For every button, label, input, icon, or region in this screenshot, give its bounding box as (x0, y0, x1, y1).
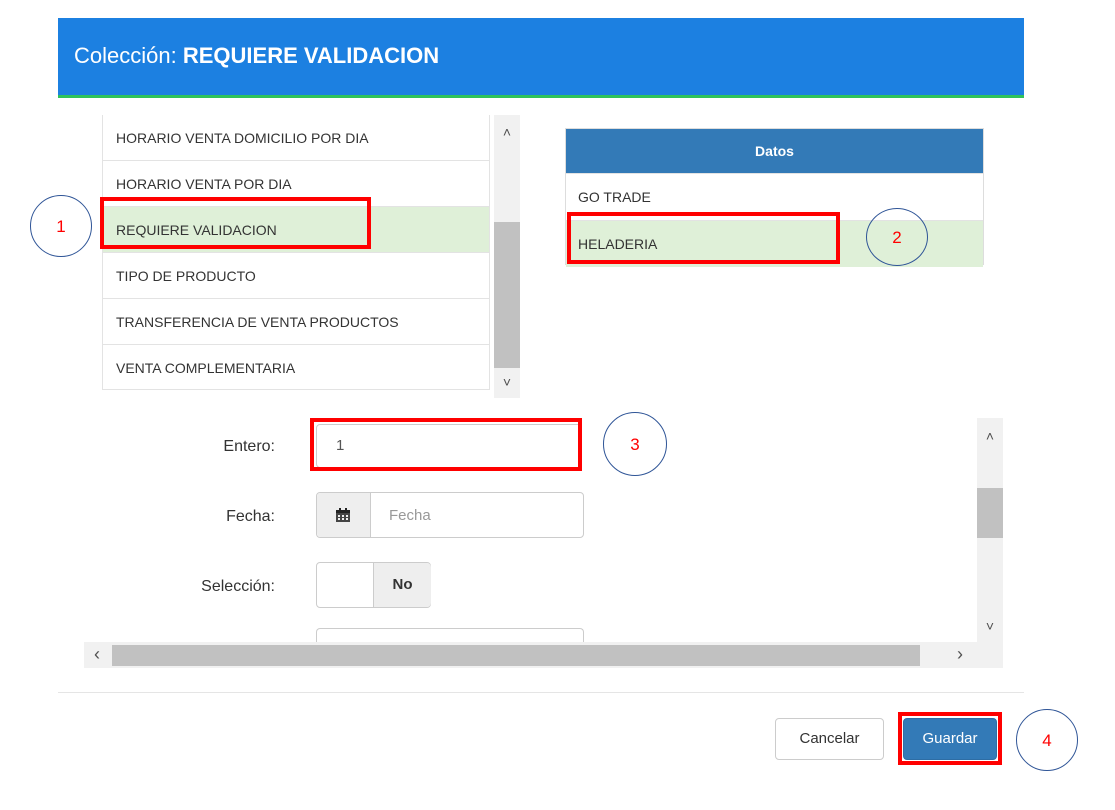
chevron-up-icon[interactable]: ˄ (980, 428, 1000, 444)
calendar-button[interactable] (317, 493, 371, 537)
step-marker-3: 3 (603, 412, 667, 476)
highlight-box-guardar (898, 712, 1002, 765)
highlight-box-collection (100, 197, 371, 249)
list-item[interactable]: HORARIO VENTA DOMICILIO POR DIA (103, 115, 489, 161)
step-marker-4: 4 (1016, 709, 1078, 771)
toggle-no-option[interactable]: No (373, 563, 431, 607)
step-marker-2: 2 (866, 208, 928, 266)
chevron-right-icon[interactable]: › (950, 645, 970, 663)
highlight-box-entero (310, 418, 582, 471)
chevron-down-icon[interactable]: ˅ (980, 618, 1000, 634)
list-item[interactable]: TRANSFERENCIA DE VENTA PRODUCTOS (103, 299, 489, 345)
fecha-placeholder: Fecha (389, 507, 431, 524)
collection-name: REQUIERE VALIDACION (182, 43, 440, 68)
next-field-partial[interactable] (316, 628, 584, 642)
chevron-down-icon[interactable]: ˅ (497, 374, 517, 390)
seleccion-toggle[interactable]: No (316, 562, 431, 608)
fecha-label: Fecha: (226, 508, 275, 525)
calendar-icon (336, 508, 350, 522)
chevron-up-icon[interactable]: ˄ (497, 124, 517, 140)
seleccion-label: Selección: (201, 578, 275, 595)
highlight-box-dato (567, 212, 840, 264)
title-prefix: Colección: (74, 43, 177, 68)
cancel-button[interactable]: Cancelar (775, 718, 884, 760)
datos-header: Datos (566, 129, 983, 173)
form-hscrollbar-thumb[interactable] (112, 645, 920, 666)
list-item[interactable]: TIPO DE PRODUCTO (103, 253, 489, 299)
list-item[interactable]: VENTA COMPLEMENTARIA (103, 345, 489, 389)
entero-label: Entero: (223, 438, 275, 455)
step-marker-1: 1 (30, 195, 92, 257)
footer-divider (58, 692, 1024, 693)
chevron-left-icon[interactable]: ‹ (87, 645, 107, 663)
list-scrollbar-thumb[interactable] (494, 222, 520, 368)
modal-header: Colección: REQUIERE VALIDACION (58, 18, 1024, 98)
collection-list: HORARIO VENTA DOMICILIO POR DIA HORARIO … (102, 115, 490, 390)
modal-title: Colección: REQUIERE VALIDACION (74, 43, 439, 69)
form-vscrollbar-thumb[interactable] (977, 488, 1003, 538)
fecha-field[interactable]: Fecha (316, 492, 584, 538)
